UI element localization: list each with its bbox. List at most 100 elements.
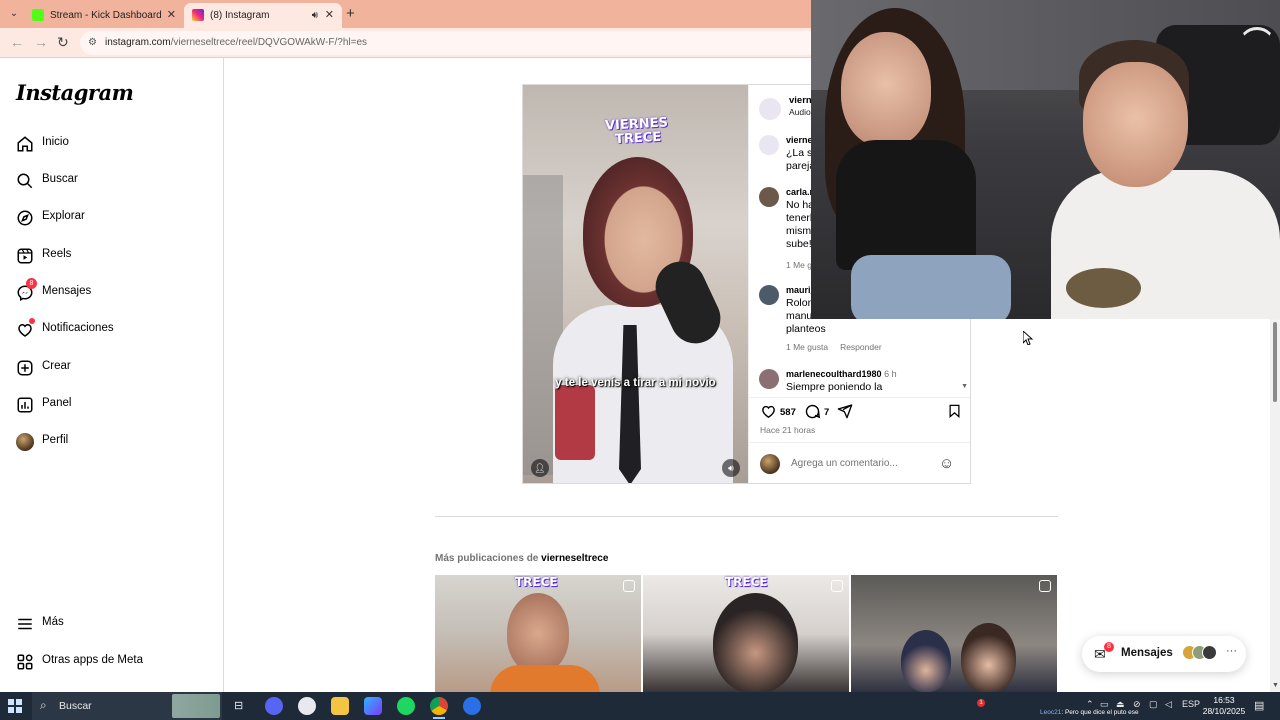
more-post-thumbnail[interactable] <box>851 575 1057 692</box>
like-icon[interactable] <box>760 403 777 420</box>
reply-button[interactable]: Responder <box>840 342 882 352</box>
add-comment-bar: Agrega un comentario... ☺︎ <box>749 442 970 483</box>
app-icon[interactable] <box>463 697 481 715</box>
forward-icon[interactable]: → <box>34 34 48 50</box>
webcam-person1-jeans <box>851 255 1011 319</box>
taskbar-search[interactable]: ⌕ Buscar <box>32 692 222 720</box>
bookmark-icon[interactable] <box>947 403 962 419</box>
tab-close-icon[interactable]: ✕ <box>325 3 334 28</box>
sidebar-item-crear[interactable]: Crear <box>0 350 223 386</box>
instagram-logo[interactable]: Instagram <box>16 80 134 105</box>
tray-volume-icon[interactable]: ◁ <box>1165 699 1172 710</box>
notification-center-icon[interactable]: ▤ <box>1254 699 1264 712</box>
tray-network-off-icon[interactable]: ⊘ <box>1133 699 1141 710</box>
tagged-user-icon[interactable]: 👤︎ <box>531 459 549 477</box>
commenter-avatar[interactable] <box>759 135 779 155</box>
site-info-icon[interactable]: ⚙︎ <box>88 31 97 55</box>
url-host: instagram.com <box>105 37 171 48</box>
file-explorer-icon[interactable] <box>331 697 349 715</box>
search-icon: ⌕ <box>40 698 47 712</box>
webcam-person1-face <box>841 32 931 147</box>
sidebar-item-panel[interactable]: Panel <box>0 387 223 423</box>
messages-badge: 8 <box>1104 642 1114 652</box>
taskbar-search-label: Buscar <box>59 700 92 712</box>
add-comment-input[interactable]: Agrega un comentario... <box>791 458 898 469</box>
task-view-icon[interactable]: ⊟ <box>234 699 243 712</box>
discord-icon[interactable] <box>265 697 283 715</box>
commenter-name[interactable]: vierne <box>786 135 813 145</box>
thumbnail-figure <box>713 593 798 692</box>
reel-video[interactable]: VIERNES TRECE y te le venís a tirar a mi… <box>523 85 748 483</box>
video-subtitle: y te le venís a tirar a mi novio <box>555 377 716 389</box>
reel-type-icon <box>1039 580 1051 592</box>
chart-icon <box>17 397 33 413</box>
sidebar-item-label: Más <box>42 616 64 628</box>
messages-label: Mensajes <box>1121 647 1173 659</box>
posted-time: Hace 21 horas <box>760 425 816 435</box>
tray-notification-badge: 1 <box>977 699 985 707</box>
thumbnail-figure-shirt <box>490 665 600 692</box>
tray-network-icon[interactable]: ▢ <box>1149 699 1158 710</box>
sidebar-item-buscar[interactable]: Buscar <box>0 163 223 199</box>
share-icon[interactable] <box>837 403 853 419</box>
comment-likes[interactable]: 1 Me gusta <box>786 342 828 352</box>
windows-start-icon[interactable] <box>8 699 22 713</box>
reload-icon[interactable]: ↻ <box>57 34 69 51</box>
sidebar-item-perfil[interactable]: Perfil <box>0 424 223 460</box>
tab-instagram[interactable]: (8) Instagram 🔊︎ ✕ <box>184 3 342 28</box>
sidebar-item-meta-apps[interactable]: Otras apps de Meta <box>0 644 223 680</box>
thumbnail-figure <box>507 593 569 673</box>
likes-count[interactable]: 587 <box>780 407 796 418</box>
copilot-icon[interactable] <box>364 697 382 715</box>
comment-meta: 1 Me gusta Responder <box>786 342 894 352</box>
clock-time: 16:53 <box>1213 695 1235 705</box>
chrome-icon[interactable] <box>430 697 448 715</box>
comments-scroll-down-icon[interactable]: ▼ <box>961 383 968 390</box>
sound-toggle-icon[interactable]: 🔊︎ <box>722 459 740 477</box>
back-icon[interactable]: ← <box>10 34 24 50</box>
commenter-avatar[interactable] <box>759 187 779 207</box>
scroll-down-arrow-icon[interactable]: ▼ <box>1272 682 1279 689</box>
sidebar-item-explorar[interactable]: Explorar <box>0 200 223 236</box>
keyboard-language[interactable]: ESP <box>1182 699 1200 709</box>
show-hidden-icons-icon[interactable]: ⌃ <box>1086 699 1094 710</box>
chat-avatar <box>1202 645 1217 660</box>
address-bar[interactable]: ⚙︎ instagram.com/vierneseltrece/reel/DQV… <box>80 31 820 55</box>
audio-label[interactable]: Audio <box>789 107 811 117</box>
video-show-logo-line2: TRECE <box>614 129 662 148</box>
more-post-thumbnail[interactable]: TRECE <box>435 575 641 692</box>
sidebar-item-inicio[interactable]: Inicio <box>0 126 223 162</box>
comments-count[interactable]: 7 <box>824 407 829 418</box>
tab-search-dropdown-icon[interactable]: ⌄ <box>6 6 22 22</box>
sidebar-item-notificaciones[interactable]: Notificaciones <box>0 312 223 348</box>
emoji-icon[interactable]: ☺︎ <box>939 455 954 472</box>
sidebar-item-reels[interactable]: Reels <box>0 238 223 274</box>
post-actions: 587 7 Hace 21 horas <box>749 397 970 442</box>
commenter-avatar[interactable] <box>759 285 779 305</box>
messages-floating-button[interactable]: ✉︎ 8 Mensajes ··· <box>1082 636 1246 672</box>
comment-icon[interactable] <box>804 403 821 420</box>
more-post-thumbnail[interactable]: TRECE <box>643 575 849 692</box>
page-scrollbar[interactable] <box>1270 318 1280 692</box>
scrollbar-thumb[interactable] <box>1273 322 1277 402</box>
sidebar-item-mas[interactable]: Más <box>0 606 223 642</box>
spotify-icon[interactable] <box>397 697 415 715</box>
tab-kick-dashboard[interactable]: Stream - Kick Dashboard ✕ <box>24 3 184 28</box>
tab-audio-icon[interactable]: 🔊︎ <box>312 3 318 28</box>
tray-usb-icon[interactable]: ⏏︎ <box>1116 699 1125 710</box>
new-tab-button[interactable]: + <box>346 5 355 22</box>
more-icon: ··· <box>1226 645 1237 657</box>
obs-icon[interactable] <box>298 697 316 715</box>
tray-app-icon[interactable]: ▭ <box>1100 699 1109 710</box>
commenter-username[interactable]: marlenecoulthard1980 <box>786 369 882 379</box>
sidebar-item-mensajes[interactable]: 8 Mensajes <box>0 275 223 311</box>
reel-type-icon <box>831 580 843 592</box>
author-avatar[interactable] <box>759 98 781 120</box>
more-posts-account[interactable]: vierneseltrece <box>541 553 608 564</box>
commenter-name[interactable]: marlenecoulthard1980 6 h <box>786 369 897 379</box>
commenter-avatar[interactable] <box>759 369 779 389</box>
commenter-name[interactable]: carla.r <box>786 187 813 197</box>
tab-close-icon[interactable]: ✕ <box>167 3 176 28</box>
taskbar-clock[interactable]: 16:53 28/10/2025 <box>1200 695 1248 717</box>
current-user-avatar <box>760 454 780 474</box>
